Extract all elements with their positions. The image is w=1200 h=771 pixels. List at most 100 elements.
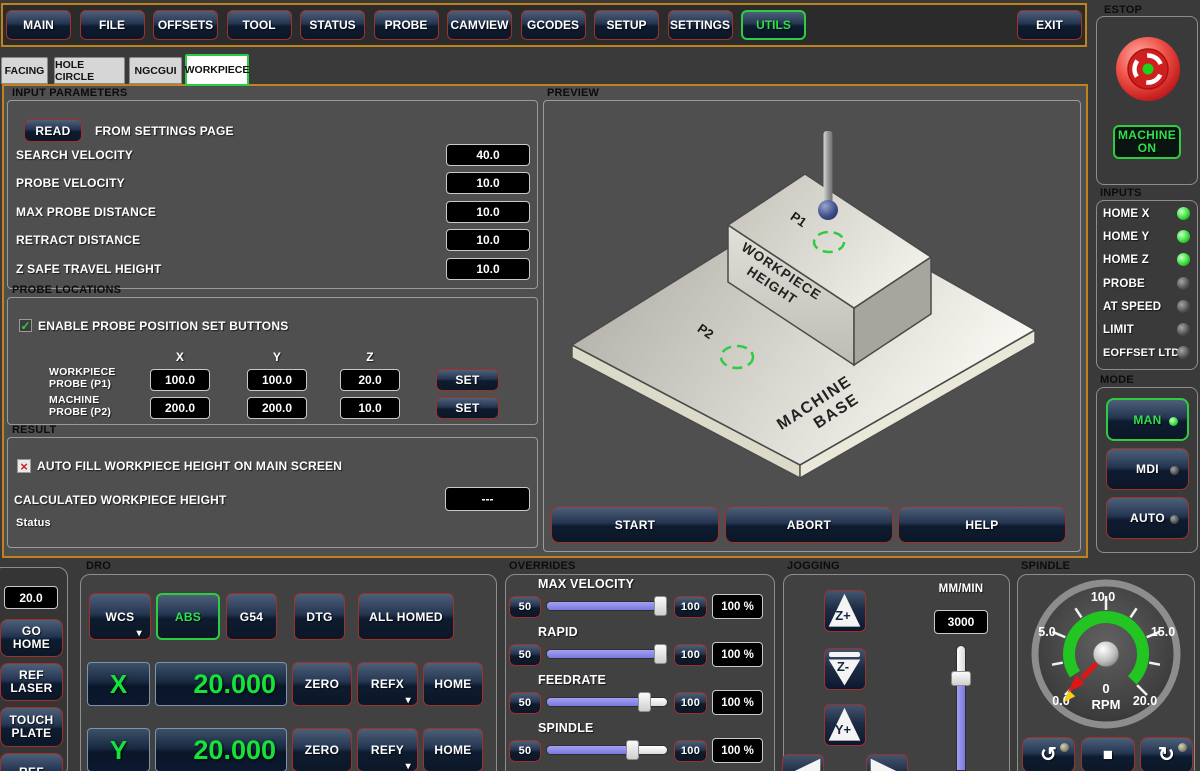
p2-x-field[interactable]: 200.0	[150, 397, 210, 419]
feedrate-max-button[interactable]: 100	[674, 692, 707, 714]
read-button[interactable]: READ	[24, 119, 82, 142]
p1-z-field[interactable]: 20.0	[340, 369, 400, 391]
all-homed-button[interactable]: ALL HOMED	[358, 593, 454, 640]
menu-utils-active[interactable]: UTILS	[741, 10, 806, 40]
retract-distance-field[interactable]: 10.0	[446, 229, 530, 251]
p2-set-button[interactable]: SET	[436, 397, 499, 419]
jog-x-plus-button[interactable]	[866, 754, 908, 771]
menu-offsets[interactable]: OFFSETS	[153, 10, 218, 40]
svg-text:5.0: 5.0	[1038, 625, 1055, 639]
chevron-down-icon: ▾	[406, 695, 411, 706]
p1-y-field[interactable]: 100.0	[247, 369, 307, 391]
menu-tool[interactable]: TOOL	[227, 10, 292, 40]
max-velocity-label: MAX VELOCITY	[538, 577, 634, 591]
menu-probe[interactable]: PROBE	[374, 10, 439, 40]
y-zero-button[interactable]: ZERO	[292, 728, 352, 771]
workpiece-probe-row-label: WORKPIECE PROBE (P1)	[49, 366, 116, 390]
rapid-min-button[interactable]: 50	[509, 644, 541, 666]
estop-button[interactable]	[1113, 34, 1183, 104]
spindle-stop-button[interactable]: ■	[1081, 737, 1135, 771]
search-velocity-field[interactable]: 40.0	[446, 144, 530, 166]
jog-rate-display[interactable]: 3000	[934, 610, 988, 634]
triangle-right-icon	[870, 758, 905, 771]
column-z-header: Z	[340, 350, 400, 364]
spindle-min-button[interactable]: 50	[509, 740, 541, 762]
retract-distance-label: RETRACT DISTANCE	[16, 229, 140, 251]
spindle-slider[interactable]	[546, 745, 668, 755]
spindle-cw-button[interactable]: ↻	[1140, 737, 1193, 771]
abort-button[interactable]: ABORT	[725, 506, 893, 543]
wcs-dropdown-button[interactable]: WCS ▾	[89, 593, 151, 640]
ref-laser-button[interactable]: REF LASER	[0, 663, 63, 701]
jog-z-plus-button[interactable]: Z+	[824, 590, 866, 632]
touch-plate-button[interactable]: TOUCH PLATE	[0, 707, 63, 747]
menu-settings[interactable]: SETTINGS	[668, 10, 733, 40]
p2-z-field[interactable]: 10.0	[340, 397, 400, 419]
help-button[interactable]: HELP	[898, 506, 1066, 543]
x-home-button[interactable]: HOME	[423, 662, 483, 706]
abs-button-active[interactable]: ABS	[156, 593, 220, 640]
menu-setup[interactable]: SETUP	[594, 10, 659, 40]
slider-handle[interactable]	[654, 644, 667, 664]
jog-z-minus-button[interactable]: Z-	[824, 648, 866, 690]
exit-button[interactable]: EXIT	[1017, 10, 1082, 40]
ref-button[interactable]: REF	[0, 753, 63, 771]
tab-hole-circle[interactable]: HOLE CIRCLE	[54, 57, 125, 84]
jog-y-plus-button[interactable]: Y+	[824, 704, 866, 746]
column-y-header: Y	[247, 350, 307, 364]
feedrate-min-button[interactable]: 50	[509, 692, 541, 714]
svg-text:20.0: 20.0	[1133, 694, 1157, 708]
max-probe-distance-field[interactable]: 10.0	[446, 201, 530, 223]
go-home-button[interactable]: GO HOME	[0, 619, 63, 657]
menu-main[interactable]: MAIN	[6, 10, 71, 40]
p1-x-field[interactable]: 100.0	[150, 369, 210, 391]
spindle-max-button[interactable]: 100	[674, 740, 707, 762]
touch-height-field[interactable]: 20.0	[4, 586, 58, 609]
mode-man-button[interactable]: MAN	[1106, 398, 1189, 441]
slider-handle[interactable]	[654, 596, 667, 616]
gauge-center-cap	[1093, 641, 1119, 667]
svg-text:15.0: 15.0	[1151, 625, 1175, 639]
menu-gcodes[interactable]: GCODES	[521, 10, 586, 40]
menu-file[interactable]: FILE	[80, 10, 145, 40]
x-zero-button[interactable]: ZERO	[292, 662, 352, 706]
machine-on-button[interactable]: MACHINE ON	[1113, 125, 1181, 159]
menu-status[interactable]: STATUS	[300, 10, 365, 40]
slider-handle[interactable]	[626, 740, 639, 760]
tab-ngcgui[interactable]: NGCGUI	[129, 57, 182, 84]
z-safe-travel-field[interactable]: 10.0	[446, 258, 530, 280]
mode-mdi-button[interactable]: MDI	[1106, 448, 1189, 490]
slider-fill	[547, 602, 667, 610]
jog-rate-slider[interactable]	[950, 642, 972, 771]
limit-led-icon	[1177, 323, 1190, 336]
g54-button[interactable]: G54	[226, 593, 277, 640]
slider-handle[interactable]	[638, 692, 651, 712]
feedrate-slider[interactable]	[546, 697, 668, 707]
y-home-button[interactable]: HOME	[423, 728, 483, 771]
slider-handle[interactable]	[951, 671, 971, 686]
tab-facing[interactable]: FACING	[1, 57, 48, 84]
enable-probe-checkbox[interactable]: ✓	[19, 319, 32, 332]
max-velocity-slider[interactable]	[546, 601, 668, 611]
spindle-ccw-button[interactable]: ↺	[1022, 737, 1075, 771]
rapid-max-button[interactable]: 100	[674, 644, 707, 666]
calc-height-display: ---	[445, 487, 530, 511]
menu-camview[interactable]: CAMVIEW	[447, 10, 512, 40]
jog-x-minus-button[interactable]	[782, 754, 824, 771]
probe-velocity-field[interactable]: 10.0	[446, 172, 530, 194]
max-velocity-max-button[interactable]: 100	[674, 596, 707, 618]
p2-y-field[interactable]: 200.0	[247, 397, 307, 419]
start-button[interactable]: START	[551, 506, 719, 543]
p1-set-button[interactable]: SET	[436, 369, 499, 391]
tab-workpiece-active[interactable]: WORKPIECE	[185, 54, 249, 86]
max-velocity-min-button[interactable]: 50	[509, 596, 541, 618]
y-ref-dropdown-button[interactable]: REFY ▾	[357, 728, 418, 771]
rapid-slider[interactable]	[546, 649, 668, 659]
workpiece-tab-pane: INPUT PARAMETERS READ FROM SETTINGS PAGE…	[2, 84, 1088, 558]
mode-auto-button[interactable]: AUTO	[1106, 497, 1189, 539]
autofill-checkbox[interactable]: ×	[17, 459, 31, 473]
dtg-button[interactable]: DTG	[294, 593, 345, 640]
home-y-led-icon	[1177, 230, 1190, 243]
x-ref-dropdown-button[interactable]: REFX ▾	[357, 662, 418, 706]
probe-velocity-label: PROBE VELOCITY	[16, 172, 125, 194]
